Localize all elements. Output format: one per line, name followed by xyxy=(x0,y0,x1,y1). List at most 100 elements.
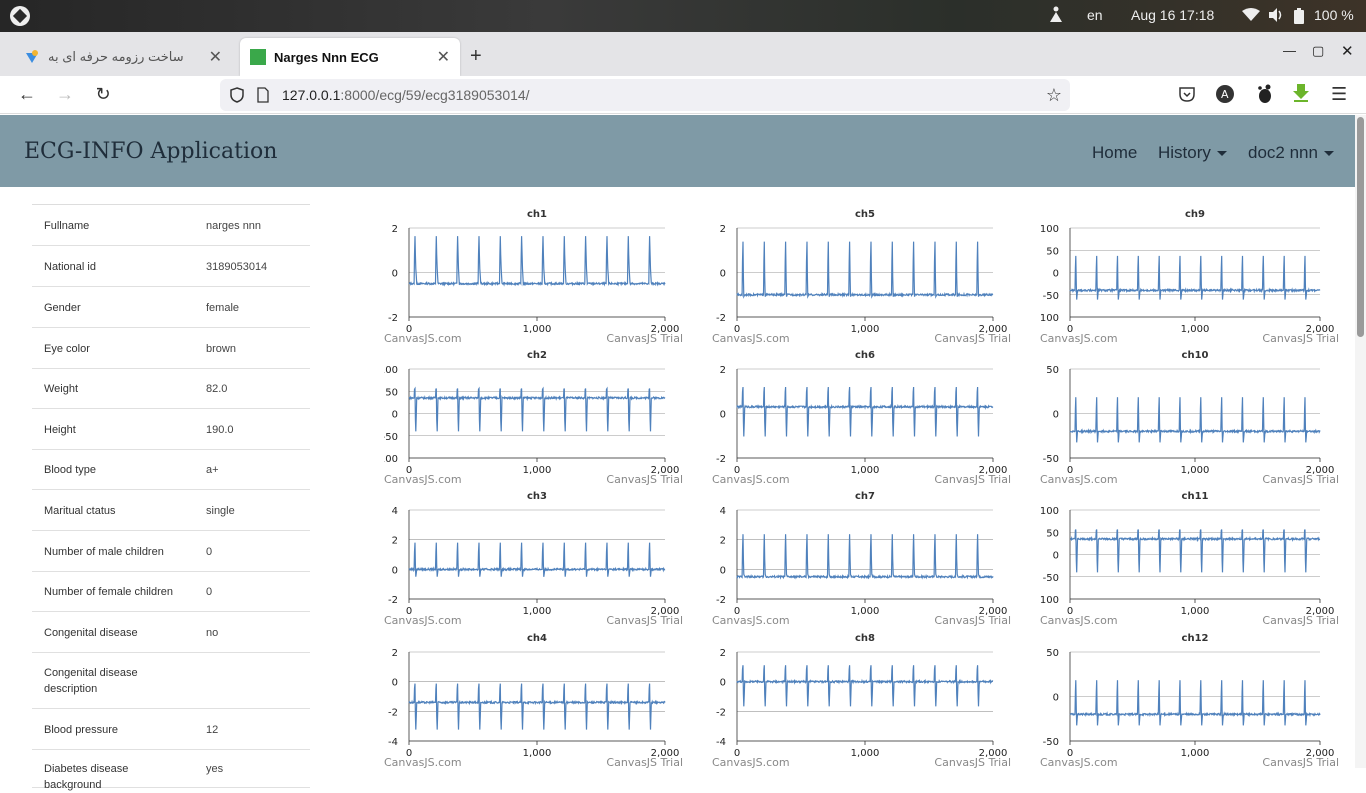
chart-svg: ch12500-500 1,000 2,000CanvasJS.com CanvasJ… xyxy=(1040,633,1339,769)
ecg-favicon-icon xyxy=(250,49,266,65)
y-tick-label: 50 xyxy=(385,387,398,398)
chart-svg: ch7420-20 1,000 2,000CanvasJS.com CanvasJS … xyxy=(712,491,1011,627)
url-bar[interactable]: 127.0.0.1:8000/ecg/59/ecg3189053014/ ☆ xyxy=(220,79,1070,111)
ecg-signal-line xyxy=(1070,529,1321,573)
x-tick-label: 1,000 xyxy=(851,465,880,476)
y-tick-label: -100 xyxy=(1040,313,1059,324)
resume-site-favicon-icon xyxy=(24,49,40,65)
y-tick-label: 0 xyxy=(392,565,398,576)
forward-icon[interactable]: → xyxy=(54,84,76,105)
canvasjs-trial-watermark: CanvasJS Trial xyxy=(1262,473,1339,486)
minimize-icon[interactable]: — xyxy=(1283,43,1296,58)
y-tick-label: 0 xyxy=(1053,693,1059,704)
close-tab-icon[interactable]: ✕ xyxy=(437,47,450,67)
y-tick-label: 50 xyxy=(1046,246,1059,257)
chart-svg: ch11100500-50-10001,0002,000CanvasJS.com… xyxy=(1040,491,1339,627)
nav-history[interactable]: History xyxy=(1158,143,1227,163)
bookmark-star-icon[interactable]: ☆ xyxy=(1046,85,1062,106)
close-window-icon[interactable]: ✕ xyxy=(1341,42,1354,60)
pocket-icon[interactable] xyxy=(1178,85,1196,108)
chart-svg: ch10500-500 1,000 2,000CanvasJS.com CanvasJ… xyxy=(1040,350,1339,486)
x-tick-label: 1,000 xyxy=(523,606,552,617)
clock[interactable]: Aug 16 17:18 xyxy=(1131,7,1214,23)
accessibility-icon[interactable] xyxy=(1048,6,1064,27)
canvasjs-trial-watermark: CanvasJS Trial xyxy=(606,473,683,486)
x-tick-label: 1,000 xyxy=(523,748,552,759)
canvasjs-trial-watermark: CanvasJS Trial xyxy=(1262,614,1339,627)
y-tick-label: 2 xyxy=(720,224,726,235)
ecg-signal-line xyxy=(408,236,666,287)
info-value: a+ xyxy=(206,464,219,476)
scrollbar-thumb[interactable] xyxy=(1357,117,1364,337)
canvasjs-trial-watermark: CanvasJS Trial xyxy=(1262,756,1339,769)
y-tick-label: 0 xyxy=(1053,410,1059,421)
page-scrollbar[interactable] xyxy=(1355,115,1366,768)
back-icon[interactable]: ← xyxy=(16,84,38,105)
info-row: Height 190.0 xyxy=(32,409,310,450)
shield-icon[interactable] xyxy=(230,87,244,106)
chart-svg: ch3420-20 1,000 2,000CanvasJS.com CanvasJS … xyxy=(384,491,683,627)
x-tick-label: 1,000 xyxy=(1181,748,1210,759)
y-tick-label: -2 xyxy=(388,707,398,718)
y-tick-label: 2 xyxy=(392,536,398,547)
battery-icon[interactable] xyxy=(1294,8,1304,27)
chart-title: ch4 xyxy=(527,633,547,644)
canvasjs-credit: CanvasJS.com xyxy=(1040,756,1118,769)
chart-svg: ch9100500-50-10001,0002,000CanvasJS.comC… xyxy=(1040,209,1339,345)
chart-title: ch3 xyxy=(527,491,547,502)
gnome-extension-icon[interactable] xyxy=(1255,84,1273,109)
y-tick-label: -2 xyxy=(388,313,398,324)
canvasjs-credit: CanvasJS.com xyxy=(712,756,790,769)
maximize-icon[interactable]: ▢ xyxy=(1312,43,1324,59)
canvasjs-trial-watermark: CanvasJS Trial xyxy=(934,332,1011,345)
volume-icon[interactable] xyxy=(1268,8,1284,25)
page-icon[interactable] xyxy=(257,87,269,106)
menu-icon[interactable]: ☰ xyxy=(1331,84,1347,105)
info-label: Weight xyxy=(44,383,79,395)
ecg-chart-ch7: ch7 4 2 0 -2 0 1,000 2,000 CanvasJS.com CanvasJS … xyxy=(712,488,1012,627)
canvasjs-trial-watermark: CanvasJS Trial xyxy=(1262,332,1339,345)
info-row: Eye color brown xyxy=(32,328,310,369)
y-tick-label: -50 xyxy=(1043,291,1059,302)
info-value: brown xyxy=(206,342,236,355)
canvasjs-credit: CanvasJS.com xyxy=(712,614,790,627)
close-tab-icon[interactable]: ✕ xyxy=(209,47,222,67)
reload-icon[interactable]: ↻ xyxy=(92,84,114,105)
chevron-down-icon xyxy=(1216,151,1227,157)
app-brand[interactable]: ECG-INFO Application xyxy=(24,139,277,164)
account-icon[interactable]: A xyxy=(1216,85,1234,108)
canvasjs-credit: CanvasJS.com xyxy=(712,473,790,486)
browser-tab-strip: ساخت رزومه حرفه ای به ✕ Narges Nnn ECG ✕ xyxy=(0,32,1366,76)
download-extension-icon[interactable] xyxy=(1292,83,1310,108)
y-tick-label: 50 xyxy=(1046,648,1059,659)
chart-title: ch5 xyxy=(855,209,875,220)
chart-svg: ch120-20 1,000 2,000CanvasJS.com CanvasJS T… xyxy=(384,209,683,345)
x-tick-label: 1,000 xyxy=(1181,606,1210,617)
y-tick-label: 50 xyxy=(1046,528,1059,539)
tab-ecg[interactable]: Narges Nnn ECG ✕ xyxy=(240,38,460,76)
y-tick-label: -2 xyxy=(388,595,398,606)
wifi-icon[interactable] xyxy=(1242,8,1260,25)
os-top-bar: en Aug 16 17:18 100 % xyxy=(0,0,1366,32)
y-tick-label: -2 xyxy=(716,707,726,718)
info-value: 12 xyxy=(206,723,219,736)
ecg-chart-ch10: ch10 50 0 -50 0 1,000 2,000 CanvasJS.com CanvasJ… xyxy=(1040,347,1340,486)
nav-user-menu[interactable]: doc2 nnn xyxy=(1248,143,1334,163)
info-value: 190.0 xyxy=(206,423,234,436)
y-tick-label: 0 xyxy=(392,678,398,689)
new-tab-icon[interactable]: + xyxy=(470,45,482,68)
os-logo-icon[interactable] xyxy=(10,6,30,26)
info-label: Number of male children xyxy=(44,545,164,558)
info-value: female xyxy=(206,301,240,314)
nav-home[interactable]: Home xyxy=(1092,143,1137,163)
chart-title: ch1 xyxy=(527,209,547,220)
y-tick-label: -50 xyxy=(384,432,398,443)
tab-resume[interactable]: ساخت رزومه حرفه ای به ✕ xyxy=(14,38,232,76)
ecg-signal-line xyxy=(408,386,666,432)
chart-title: ch7 xyxy=(855,491,875,502)
chart-svg: ch520-20 1,000 2,000CanvasJS.com CanvasJS T… xyxy=(712,209,1011,345)
keyboard-layout[interactable]: en xyxy=(1087,7,1103,23)
info-row: Weight 82.0 xyxy=(32,369,310,409)
url-text[interactable]: 127.0.0.1:8000/ecg/59/ecg3189053014/ xyxy=(282,87,530,103)
y-tick-label: -2 xyxy=(716,595,726,606)
